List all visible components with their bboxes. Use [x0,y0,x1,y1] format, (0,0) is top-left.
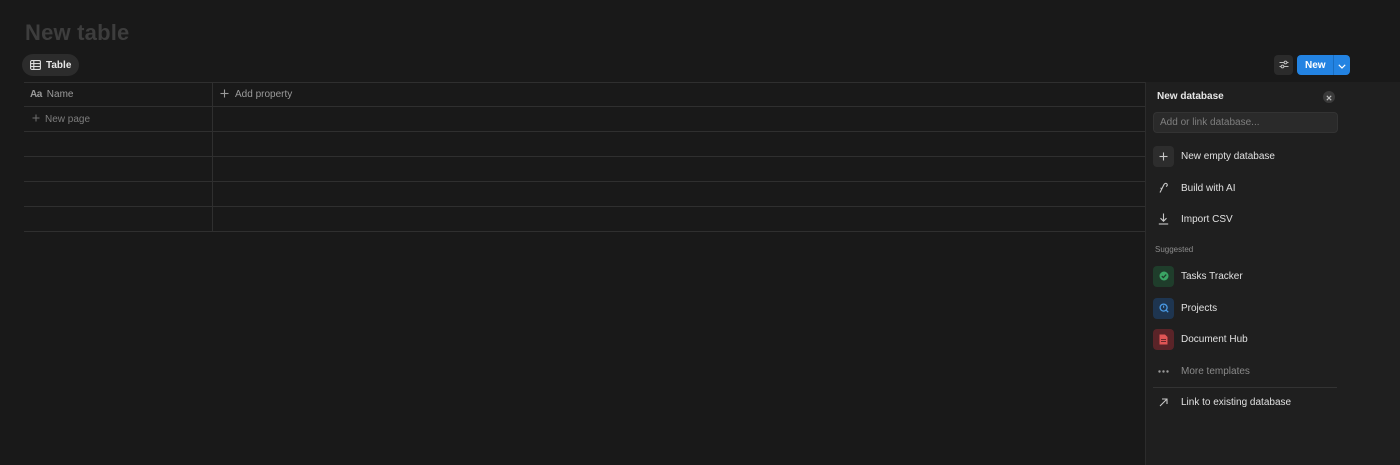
more-templates-item[interactable]: More templates [1153,358,1338,384]
table-cell[interactable] [213,107,1145,131]
import-csv-label: Import CSV [1181,213,1233,225]
database-search-input[interactable] [1153,112,1338,133]
table-icon [30,60,41,70]
chevron-down-icon [1337,56,1346,74]
name-column-header[interactable]: Aa Name [24,83,213,106]
table-cell[interactable] [24,207,213,231]
table-row: New page [24,107,1145,132]
check-circle-icon [1153,265,1174,287]
link-existing-database-label: Link to existing database [1181,396,1292,408]
sliders-icon [1279,56,1289,74]
document-hub-label: Document Hub [1181,333,1248,345]
new-database-panel: New database New empty database Build wi… [1145,82,1400,465]
tasks-tracker-label: Tasks Tracker [1181,270,1243,282]
document-icon [1153,328,1174,350]
plus-icon [1153,145,1174,167]
panel-divider [1153,387,1337,388]
new-button[interactable]: New [1297,55,1333,75]
new-split-button: New [1297,55,1350,75]
link-existing-database-item[interactable]: Link to existing database [1153,389,1338,415]
text-property-icon: Aa [30,89,42,100]
plus-icon [32,114,40,125]
table-cell[interactable] [213,207,1145,231]
close-icon [1326,88,1332,106]
new-empty-database-item[interactable]: New empty database [1153,143,1338,169]
add-property-button[interactable]: Add property [213,83,1145,106]
import-csv-item[interactable]: Import CSV [1153,206,1338,232]
name-column-label: Name [46,89,74,100]
add-property-label: Add property [235,89,293,100]
table-cell[interactable] [24,157,213,181]
table-cell[interactable] [213,132,1145,156]
ai-icon [1153,178,1174,199]
table-row [24,157,1145,182]
projects-label: Projects [1181,302,1218,314]
panel-title: New database [1157,91,1224,102]
new-empty-database-label: New empty database [1181,150,1275,162]
new-page-label: New page [45,113,91,125]
database-table: Aa Name Add property New page [24,82,1145,232]
build-with-ai-label: Build with AI [1181,182,1236,194]
tab-table-label: Table [46,59,72,71]
projects-item[interactable]: Projects [1153,295,1338,321]
table-row [24,207,1145,232]
projects-icon [1153,297,1174,319]
new-page-button[interactable]: New page [24,107,213,131]
table-row [24,132,1145,157]
table-cell[interactable] [213,157,1145,181]
settings-button[interactable] [1274,55,1293,75]
page-title[interactable]: New table [25,20,130,46]
table-cell[interactable] [24,182,213,206]
suggested-section-label: Suggested [1155,245,1194,254]
download-icon [1153,209,1174,230]
table-row [24,182,1145,207]
more-horizontal-icon [1153,361,1174,382]
database-toolbar: New [1274,55,1350,75]
tasks-tracker-item[interactable]: Tasks Tracker [1153,263,1338,289]
tab-table-view[interactable]: Table [22,54,80,76]
close-button[interactable] [1323,91,1335,103]
build-with-ai-item[interactable]: Build with AI [1153,175,1338,201]
table-header-row: Aa Name Add property [24,82,1145,107]
table-cell[interactable] [213,182,1145,206]
arrow-up-right-icon [1153,392,1174,413]
table-cell[interactable] [24,132,213,156]
document-hub-item[interactable]: Document Hub [1153,326,1338,352]
plus-icon [220,89,229,101]
new-dropdown-button[interactable] [1332,55,1350,75]
more-templates-label: More templates [1181,365,1250,377]
